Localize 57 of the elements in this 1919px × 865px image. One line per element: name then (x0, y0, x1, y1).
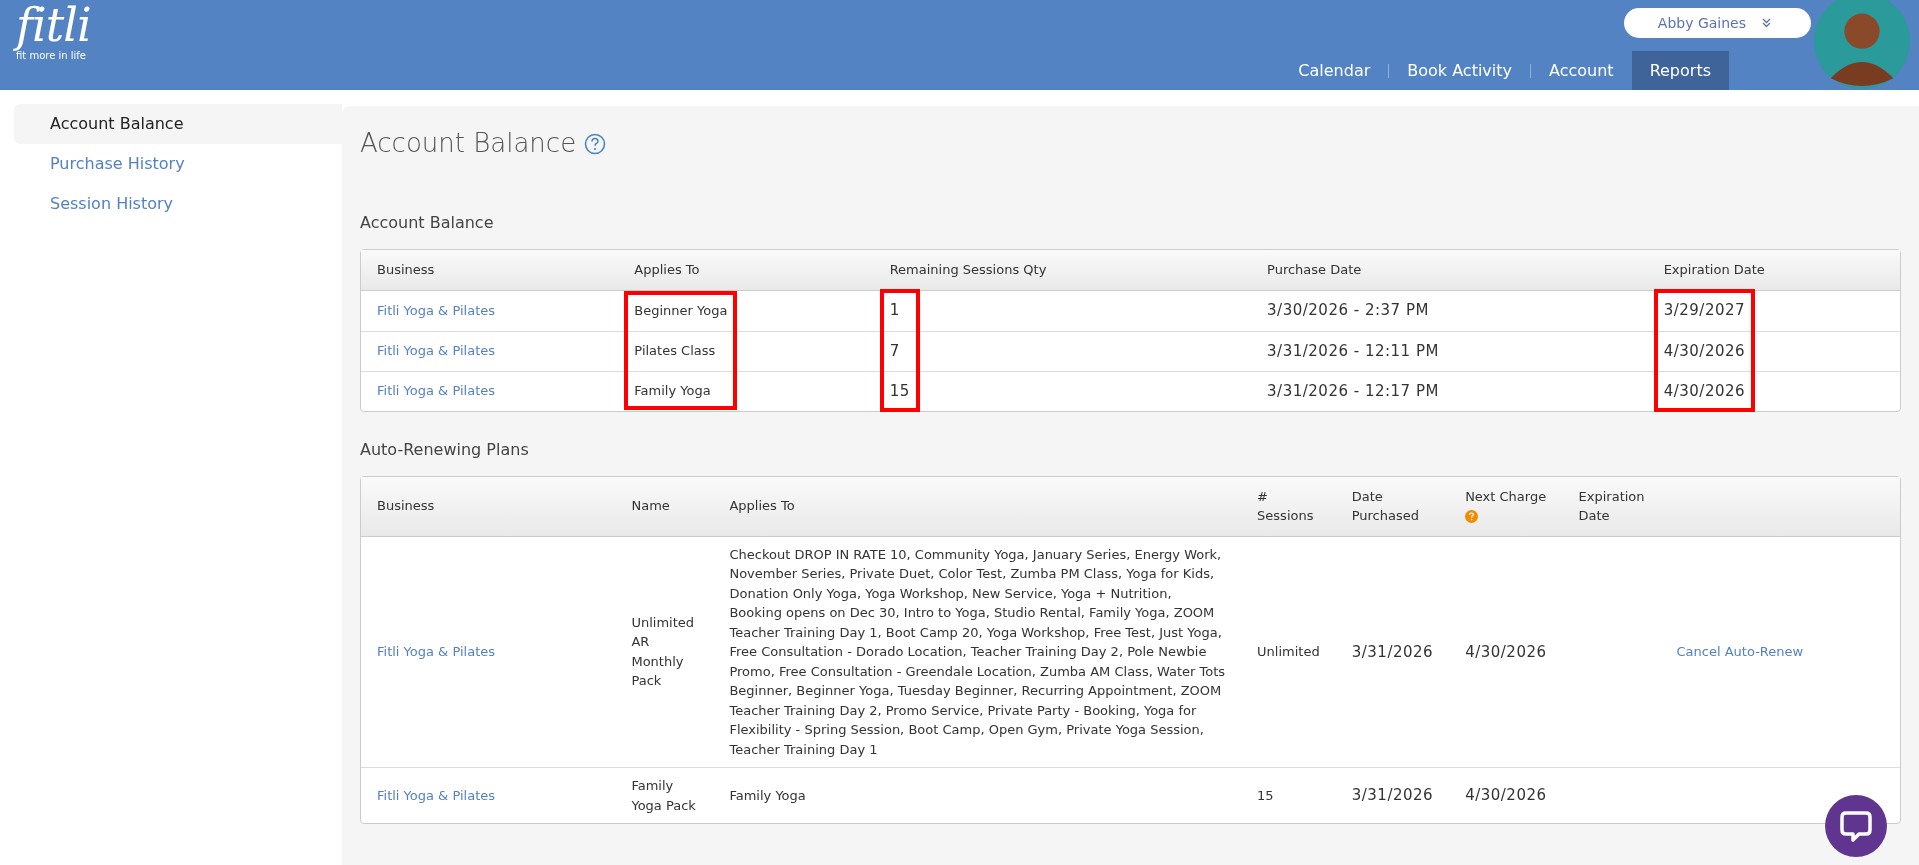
table-cell: 1 (889, 301, 900, 320)
table-cell: 3/31/2026 - 12:17 PM (1267, 381, 1439, 400)
page-title: Account Balance (360, 127, 577, 160)
table-link[interactable]: Cancel Auto-Renew (1676, 644, 1804, 659)
table-cell: Pilates Class (634, 343, 716, 359)
column-title: Date Purchased (1351, 488, 1419, 523)
table-cell: Unlimited (1257, 644, 1320, 659)
column-title: Expiration Date (1578, 488, 1645, 523)
help-icon[interactable] (1465, 510, 1479, 523)
avatar[interactable] (1813, 0, 1911, 90)
table-link[interactable]: Fitli Yoga & Pilates (377, 644, 495, 659)
nav-tab[interactable]: Account (1531, 51, 1632, 90)
user-menu-button[interactable]: Abby Gaines (1623, 8, 1811, 38)
column-title: Purchase Date (1267, 262, 1362, 277)
logo-tagline: fit more in life (16, 50, 86, 63)
table-cell: 3/29/2027 (1663, 301, 1746, 320)
table-cell: 3/31/2026 (1351, 786, 1434, 805)
table-cell: 4/30/2026 (1465, 642, 1547, 661)
table-cell: 15 (1257, 787, 1274, 803)
table-cell: 3/31/2026 - 12:11 PM (1267, 341, 1439, 360)
table-cell: 3/30/2026 - 2:37 PM (1267, 301, 1429, 320)
column-title: Business (377, 498, 435, 514)
sidebar-item[interactable]: Session History (14, 184, 342, 224)
chat-icon (1839, 809, 1873, 843)
table-link[interactable]: Fitli Yoga & Pilates (377, 343, 495, 359)
table-cell-text: Family Yoga Pack (631, 777, 697, 815)
table-cell: 15 (889, 381, 910, 400)
chevron-down-icon (1762, 18, 1771, 28)
table-link[interactable]: Fitli Yoga & Pilates (377, 383, 495, 399)
help-icon[interactable] (584, 132, 607, 155)
table-cell: 4/30/2026 (1663, 381, 1746, 400)
nav-tab[interactable]: Calendar (1280, 51, 1389, 90)
table-cell: 4/30/2026 (1663, 341, 1746, 360)
table-cell: Checkout DROP IN RATE 10, Community Yoga, January Series, Energy Work, November Series, Private Duet, Color Test, Zumba PM Class, Yoga for Kids, Donation Only Yoga, Yoga Workshop, New Service, Yoga + Nutrition, Booking opens on Dec 30, Intro to Yoga, Studio Rental, Family Yoga, ZOOM Teacher Training Day 1, Boot Camp 20, Yoga Workshop, Free Test, Just Yoga, Free Consultation - Dorado Location, Teacher Training Day 2, Pole Newbie Promo, Free Consultation - Greendale Location, Zumba AM Class, Water Tots Beginner, Beginner Yoga, Tuesday Beginner, Recurring Appointment, ZOOM Teacher Training Day 2, Promo Service, Private Party - Booking, Yoga for Flexibility - Spring Session, Boot Camp, Open Gym, Private Yoga Session, Teacher Training Day 1 (729, 546, 1226, 757)
table-link[interactable]: Fitli Yoga & Pilates (377, 302, 495, 318)
column-title: Applies To (729, 498, 795, 514)
table-cell-text: Unlimited AR Monthly Pack (631, 613, 696, 691)
table-cell: 3/31/2026 (1351, 642, 1434, 661)
table-cell: Family Yoga (634, 383, 711, 399)
column-title: Expiration Date (1663, 262, 1765, 277)
sidebar-item[interactable]: Purchase History (14, 144, 342, 184)
section-title: Account Balance (360, 212, 495, 234)
table-link[interactable]: Fitli Yoga & Pilates (377, 787, 495, 803)
nav-tab[interactable]: Book Activity (1389, 51, 1530, 90)
table-cell: 4/30/2026 (1465, 786, 1547, 805)
column-title: Name (631, 498, 670, 514)
column-title: Applies To (634, 262, 700, 277)
column-title: # Sessions (1257, 488, 1314, 523)
table-cell: Beginner Yoga (634, 302, 728, 318)
column-title: Remaining Sessions Qty (889, 262, 1047, 277)
sidebar-item[interactable]: Account Balance (14, 104, 342, 144)
nav-tab[interactable]: Reports (1631, 51, 1729, 90)
table-cell: Family Yoga (729, 787, 806, 803)
section-title: Auto-Renewing Plans (360, 438, 530, 461)
table-cell: 7 (889, 341, 900, 360)
column-title: Next Charge (1465, 487, 1547, 506)
column-title: Business (377, 262, 435, 277)
